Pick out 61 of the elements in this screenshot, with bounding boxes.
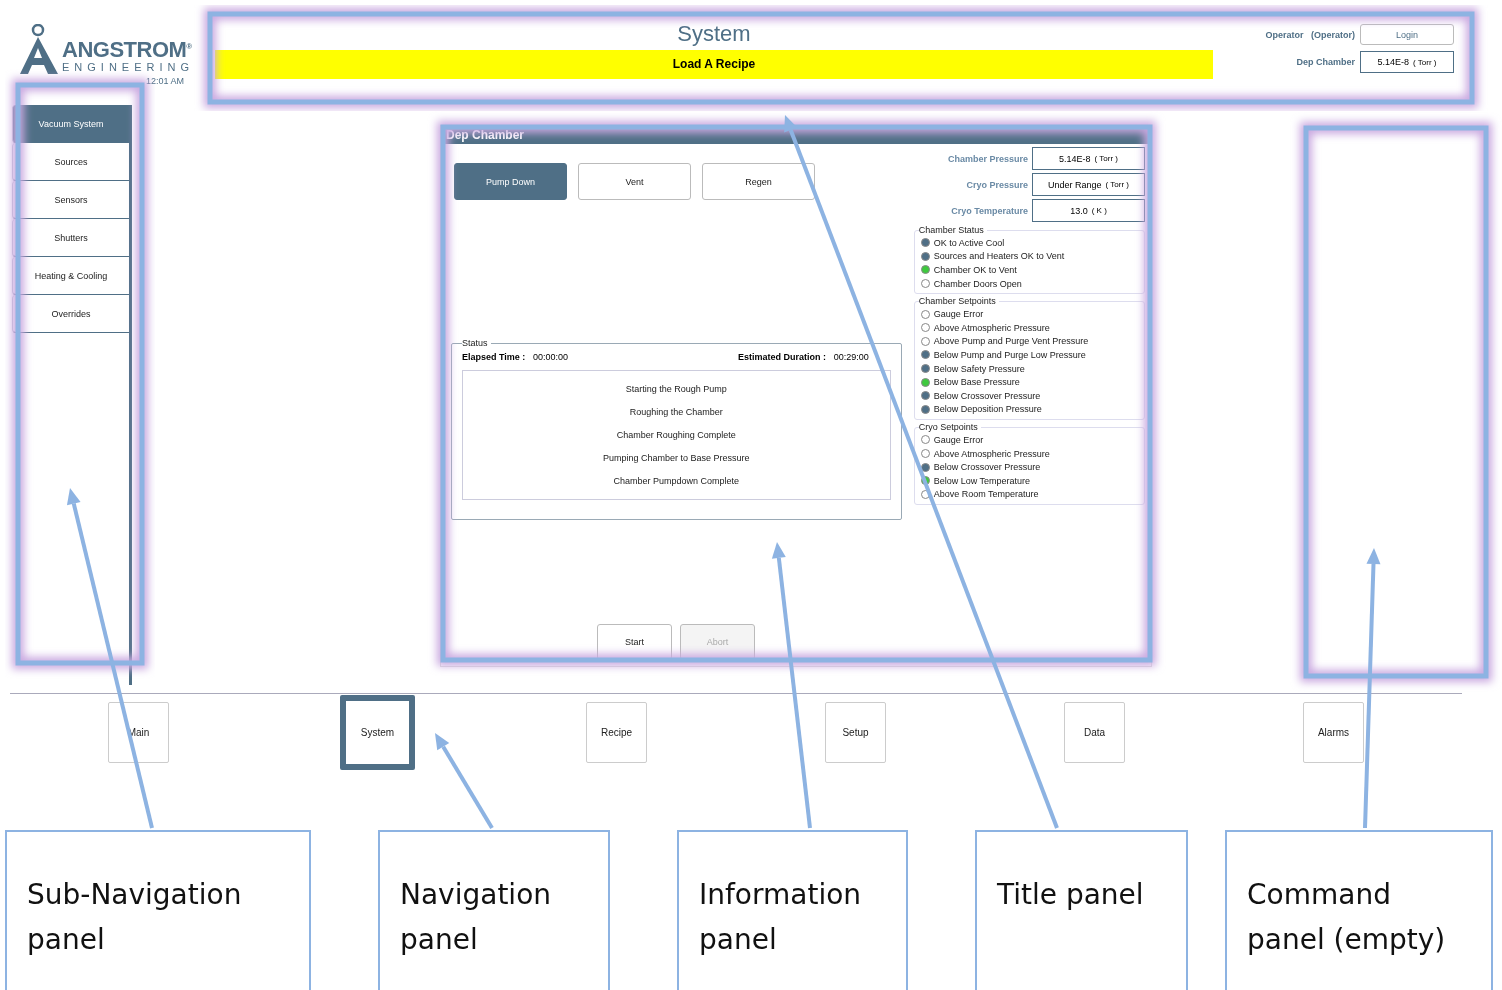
screen-title: System: [676, 20, 752, 48]
nav-button[interactable]: Setup: [825, 702, 886, 763]
operator-label: Operator (Operator): [1265, 29, 1355, 40]
indicator-label: Below Safety Pressure: [933, 363, 1025, 374]
estimated-duration: Estimated Duration : 00:29:00: [738, 352, 869, 362]
mode-button[interactable]: Pump Down: [454, 163, 567, 200]
callout-box: Command panel (empty): [1225, 830, 1493, 990]
status-banner: Load A Recipe: [215, 50, 1213, 79]
indicator-label: Above Pump and Purge Vent Pressure: [933, 336, 1089, 347]
readout-unit: ( Torr ): [1094, 154, 1118, 163]
logo-tagline: ENGINEERING: [62, 60, 194, 74]
readout-value: Under Range: [1048, 179, 1102, 190]
step-text: Chamber Roughing Complete: [616, 429, 736, 441]
nav-button[interactable]: System: [340, 695, 415, 770]
readout-label: Cryo Temperature: [951, 205, 1028, 216]
date-time: 12:01 AM: [146, 76, 186, 86]
chamber-label: Dep Chamber: [1296, 57, 1355, 67]
callout-box: Title panel: [975, 830, 1188, 990]
nav-button[interactable]: Recipe: [586, 702, 647, 763]
login-button[interactable]: Login: [1360, 24, 1454, 45]
readout-value: 5.14E-8: [1377, 57, 1410, 67]
nav-button[interactable]: Data: [1064, 702, 1125, 763]
indicator-label: Above Room Temperature: [933, 489, 1039, 500]
indicator-label: Sources and Heaters OK to Vent: [933, 251, 1065, 262]
readout-value: 13.0: [1070, 205, 1088, 216]
step-text: Roughing the Chamber: [629, 406, 723, 418]
indicator-label: Below Low Temperature: [933, 475, 1031, 486]
group-title: Chamber Status: [918, 225, 985, 235]
indicator-label: Gauge Error: [933, 434, 984, 445]
indicator-label: Above Atmospheric Pressure: [933, 322, 1050, 333]
indicator-label: Chamber Doors Open: [933, 278, 1022, 289]
readout-value: 5.14E-8: [1059, 153, 1091, 164]
readout-label: Cryo Pressure: [966, 179, 1028, 190]
indicator-label: Chamber OK to Vent: [933, 265, 1017, 275]
step-text: Pumping Chamber to Base Pressure: [603, 452, 750, 464]
indicator-label: Below Crossover Pressure: [933, 462, 1041, 473]
indicator-label: Gauge Error: [933, 309, 984, 320]
indicator-label: Below Crossover Pressure: [933, 390, 1041, 401]
readout-unit: ( K ): [1091, 206, 1107, 215]
group-title: Chamber Setpoints: [918, 296, 997, 307]
indicator-label: OK to Active Cool: [933, 237, 1005, 248]
elapsed-time: Elapsed Time : 00:00:00: [462, 352, 568, 362]
mode-button[interactable]: Regen: [702, 163, 815, 200]
indicator-label: Below Pump and Purge Low Pressure: [933, 349, 1086, 360]
readout-unit: ( Torr ): [1105, 180, 1129, 189]
callout-box: Sub-Navigation panel: [5, 830, 311, 990]
group-title: Status: [462, 338, 489, 348]
nav-button[interactable]: Alarms: [1303, 702, 1364, 763]
logo-name: ANGSTROM$^{®}$: [62, 38, 193, 61]
readout-label: Chamber Pressure: [947, 153, 1028, 164]
indicator-label: Below Base Pressure: [933, 377, 1020, 388]
callout-box: Navigation panel: [378, 830, 610, 990]
indicator-label: Below Deposition Pressure: [933, 404, 1042, 415]
callout-box: Information panel: [677, 830, 908, 990]
indicator-label: Above Atmospheric Pressure: [933, 448, 1050, 459]
group-title: Cryo Setpoints: [918, 422, 979, 433]
readout-unit: ( Torr ): [1413, 57, 1437, 67]
step-text: Starting the Rough Pump: [625, 383, 727, 395]
logo-icon: [20, 24, 60, 74]
mode-button[interactable]: Vent: [578, 163, 691, 200]
step-text: Chamber Pumpdown Complete: [613, 475, 740, 487]
